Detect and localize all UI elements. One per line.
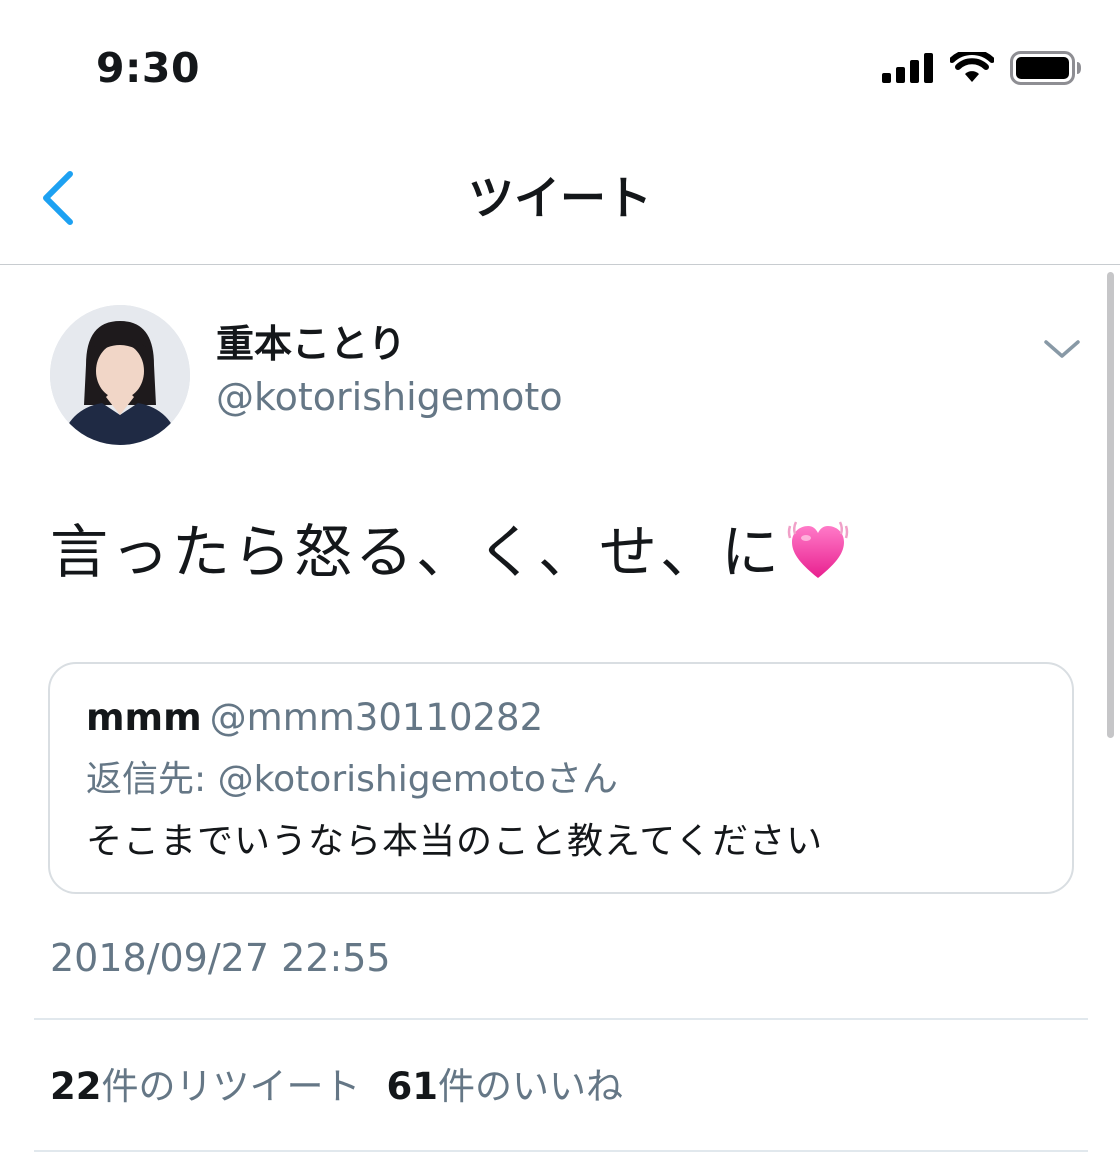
tweet-text-content: 言ったら怒る、く、せ、に xyxy=(50,518,783,586)
divider xyxy=(34,1150,1088,1152)
tweet-stats: 22件のリツイート 61件のいいね xyxy=(50,1062,623,1112)
quoted-author: mmm @mmm30110282 xyxy=(86,694,543,742)
profile-photo xyxy=(50,305,190,445)
divider xyxy=(34,1018,1088,1020)
tweet-timestamp: 2018/09/27 22:55 xyxy=(50,936,391,980)
growing-heart-emoji xyxy=(787,521,849,578)
tweet-text: 言ったら怒る、く、せ、に xyxy=(50,512,850,592)
quoted-reply-context: 返信先: @kotorishigemotoさん xyxy=(86,756,618,804)
status-time: 9:30 xyxy=(96,44,200,92)
quoted-text: そこまでいうなら本当のこと教えてください xyxy=(86,821,824,862)
avatar[interactable] xyxy=(50,305,190,445)
likes-label: 件のいいね xyxy=(438,1065,623,1108)
page-title: ツイート xyxy=(468,171,652,225)
status-icons xyxy=(882,50,1082,86)
battery-icon xyxy=(1010,51,1081,85)
retweets-label: 件のリツイート xyxy=(101,1065,361,1108)
retweets-stat[interactable]: 22件のリツイート xyxy=(50,1065,361,1108)
quoted-handle: @mmm30110282 xyxy=(209,696,544,739)
chevron-down-icon xyxy=(1044,340,1080,358)
user-handle[interactable]: @kotorishigemoto xyxy=(216,372,563,422)
reply-to-handle: @kotorishigemotoさん xyxy=(217,759,618,800)
wifi-icon xyxy=(950,52,994,82)
reply-prefix: 返信先: xyxy=(86,759,207,800)
display-name[interactable]: 重本ことり xyxy=(216,318,406,370)
scrollbar[interactable] xyxy=(1107,272,1114,738)
nav-divider xyxy=(0,264,1120,265)
tweet-menu-button[interactable] xyxy=(1040,336,1084,364)
quoted-display-name: mmm xyxy=(86,696,202,739)
retweets-count: 22 xyxy=(50,1065,102,1108)
likes-stat[interactable]: 61件のいいね xyxy=(387,1065,624,1108)
likes-count: 61 xyxy=(386,1065,439,1108)
cellular-signal-icon xyxy=(882,53,933,83)
quoted-tweet-card[interactable]: mmm @mmm30110282 返信先: @kotorishigemotoさん … xyxy=(48,662,1074,894)
